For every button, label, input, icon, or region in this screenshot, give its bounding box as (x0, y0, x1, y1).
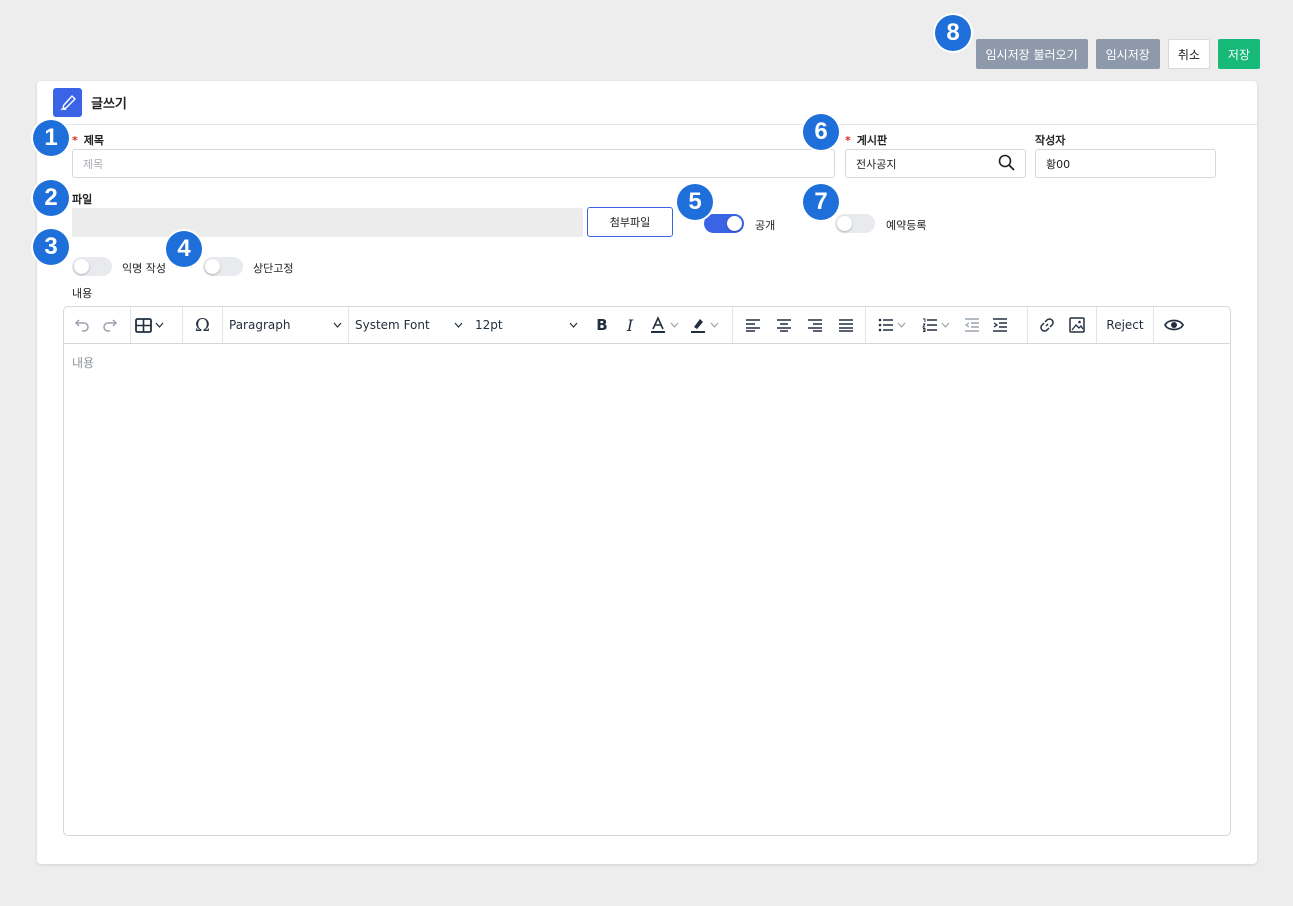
title-placeholder: 제목 (83, 157, 104, 171)
reserve-toggle[interactable] (835, 214, 875, 233)
preview-eye-icon[interactable] (1160, 311, 1188, 339)
search-icon[interactable] (998, 154, 1015, 174)
anonymous-label: 익명 작성 (122, 262, 166, 275)
bold-icon[interactable]: B (588, 311, 616, 339)
marker-7: 7 (803, 184, 839, 220)
image-icon[interactable] (1063, 311, 1091, 339)
page-title: 글쓰기 (91, 97, 127, 112)
text-color-icon[interactable] (644, 311, 684, 339)
marker-8: 8 (935, 15, 971, 51)
card-header: 글쓰기 (37, 81, 1257, 125)
table-icon[interactable] (135, 311, 164, 339)
marker-5: 5 (677, 184, 713, 220)
chevron-down-icon (896, 322, 906, 328)
load-draft-button[interactable]: 임시저장 불러오기 (975, 39, 1088, 69)
numbered-list-icon[interactable] (914, 311, 958, 339)
chevron-down-icon (154, 322, 164, 328)
block-format-select[interactable]: Paragraph (223, 318, 348, 332)
font-family-select[interactable]: System Font (349, 307, 469, 343)
marker-4: 4 (166, 231, 202, 267)
content-label: 내용 (72, 287, 93, 300)
reject-button[interactable]: Reject (1106, 311, 1143, 339)
board-value: 전사공지 (856, 157, 897, 171)
chevron-down-icon (568, 322, 578, 328)
pen-icon (53, 88, 82, 117)
chevron-down-icon (709, 322, 719, 328)
required-mark: * (845, 134, 851, 147)
save-button[interactable]: 저장 (1217, 39, 1260, 69)
indent-icon[interactable] (986, 311, 1014, 339)
top-actions: 임시저장 불러오기 임시저장 취소 저장 (975, 39, 1260, 69)
link-icon[interactable] (1033, 311, 1061, 339)
pin-toggle[interactable] (203, 257, 243, 276)
chevron-down-icon (940, 322, 950, 328)
file-label: 파일 (72, 193, 93, 206)
attach-file-button[interactable]: 첨부파일 (587, 207, 673, 237)
marker-6: 6 (803, 114, 839, 150)
author-field: 황00 (1035, 149, 1216, 178)
save-draft-button[interactable]: 임시저장 (1095, 39, 1160, 69)
align-justify-icon[interactable] (832, 311, 860, 339)
pin-label: 상단고정 (253, 262, 294, 275)
anonymous-toggle[interactable] (72, 257, 112, 276)
public-toggle[interactable] (704, 214, 744, 233)
title-label: * 제목 (72, 134, 105, 147)
font-family-value: System Font (355, 318, 430, 332)
bullet-list-icon[interactable] (870, 311, 914, 339)
reserve-label: 예약등록 (886, 219, 927, 232)
align-center-icon[interactable] (770, 311, 798, 339)
board-label: * 게시판 (845, 134, 888, 147)
rich-text-editor: Ω Paragraph System Font 12pt B I Reject … (63, 306, 1231, 836)
toggle-knob (837, 216, 852, 231)
chevron-down-icon (332, 322, 342, 328)
font-size-select[interactable]: 12pt (469, 318, 584, 332)
toggle-knob (727, 216, 742, 231)
file-list (72, 208, 583, 237)
required-mark: * (72, 134, 78, 147)
editor-toolbar: Ω Paragraph System Font 12pt B I Reject (64, 307, 1230, 344)
outdent-icon[interactable] (958, 311, 986, 339)
redo-icon[interactable] (96, 311, 124, 339)
board-select[interactable]: 전사공지 (845, 149, 1026, 178)
font-size-value: 12pt (475, 318, 503, 332)
align-right-icon[interactable] (801, 311, 829, 339)
italic-icon[interactable]: I (616, 311, 644, 339)
align-left-icon[interactable] (739, 311, 767, 339)
toggle-knob (205, 259, 220, 274)
content-placeholder: 내용 (72, 356, 95, 370)
block-format-value: Paragraph (229, 318, 291, 332)
write-post-card: 글쓰기 * 제목 제목 * 게시판 전사공지 작성자 황00 파일 첨부파일 공개 … (37, 81, 1257, 864)
editor-content-area[interactable]: 내용 (64, 344, 1230, 381)
undo-icon[interactable] (68, 311, 96, 339)
highlight-icon[interactable] (684, 311, 724, 339)
marker-1: 1 (33, 120, 69, 156)
marker-2: 2 (33, 180, 69, 216)
chevron-down-icon (453, 322, 463, 328)
toggle-knob (74, 259, 89, 274)
title-input[interactable]: 제목 (72, 149, 835, 178)
public-label: 공개 (755, 219, 776, 232)
cancel-button[interactable]: 취소 (1167, 39, 1210, 69)
chevron-down-icon (669, 322, 679, 328)
author-value: 황00 (1046, 157, 1071, 171)
special-character-icon[interactable]: Ω (189, 311, 217, 339)
author-label: 작성자 (1035, 134, 1066, 147)
marker-3: 3 (33, 229, 69, 265)
